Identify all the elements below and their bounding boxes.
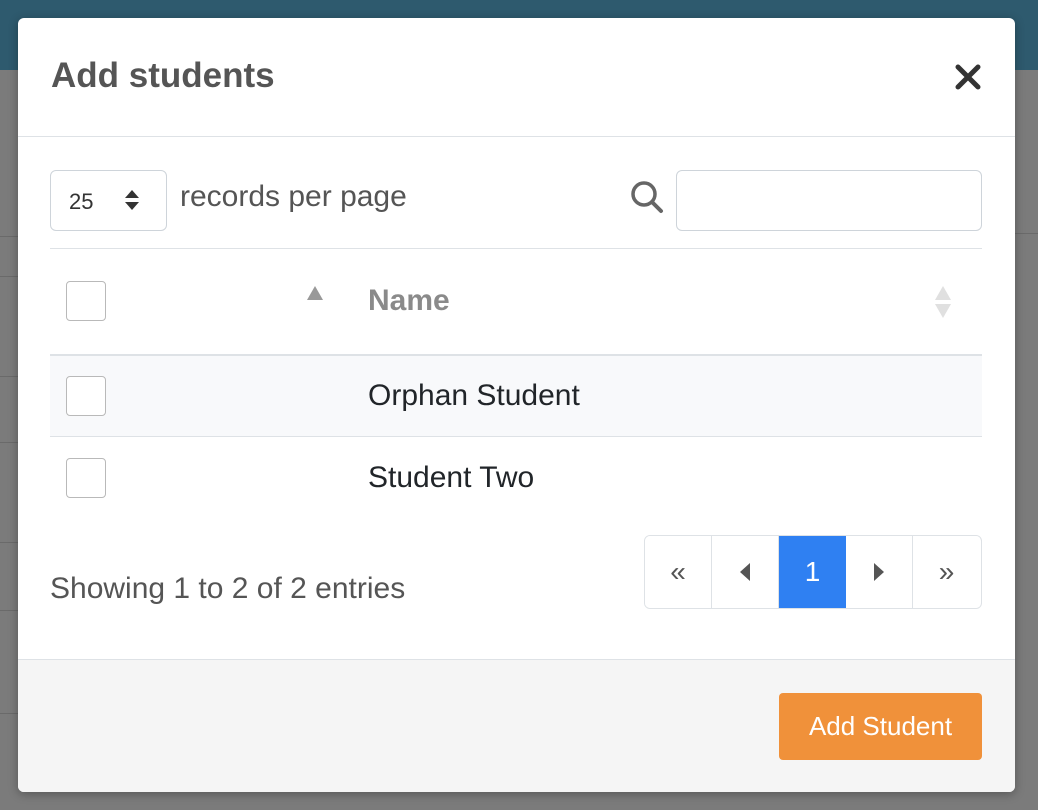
- first-page-button[interactable]: «: [645, 536, 712, 608]
- add-students-modal: Add students 25 records per page Name Or…: [18, 18, 1015, 792]
- chevron-left-icon: [740, 563, 750, 581]
- name-column-header[interactable]: Name: [368, 249, 982, 355]
- next-page-button[interactable]: [846, 536, 913, 608]
- pagination: « 1 »: [644, 535, 982, 609]
- table-toolbar: 25 records per page: [50, 170, 982, 232]
- records-per-page-value: 25: [69, 189, 94, 214]
- student-name: Student Two: [368, 460, 535, 494]
- students-table: Name Orphan Student Student Two: [50, 248, 982, 519]
- table-header-row: Name: [50, 248, 982, 355]
- previous-page-button[interactable]: [712, 536, 779, 608]
- row-checkbox[interactable]: [66, 457, 106, 498]
- chevron-right-icon: [874, 563, 884, 581]
- search-input[interactable]: [676, 170, 982, 231]
- table-info: Showing 1 to 2 of 2 entries: [50, 572, 406, 605]
- table-row[interactable]: Student Two: [50, 437, 982, 519]
- records-per-page-label: records per page: [180, 180, 407, 213]
- add-student-button[interactable]: Add Student: [779, 693, 982, 760]
- close-icon[interactable]: [953, 62, 983, 92]
- current-page-button[interactable]: 1: [779, 536, 846, 608]
- records-per-page-select[interactable]: 25: [50, 170, 167, 231]
- modal-footer: Add Student: [18, 659, 1015, 792]
- row-select-cell: [50, 355, 368, 437]
- select-all-checkbox[interactable]: [66, 281, 106, 322]
- table-row[interactable]: Orphan Student: [50, 354, 982, 437]
- select-arrows-icon: [124, 188, 140, 217]
- last-page-button[interactable]: »: [913, 536, 980, 608]
- select-column-header[interactable]: [50, 249, 368, 355]
- modal-title: Add students: [51, 56, 275, 95]
- row-select-cell: [50, 437, 368, 519]
- modal-header: Add students: [18, 18, 1015, 137]
- sort-ascending-icon: [306, 285, 324, 306]
- search-icon: [630, 180, 664, 219]
- student-name: Orphan Student: [368, 378, 580, 412]
- sort-both-icon: [934, 285, 952, 327]
- name-column-label: Name: [368, 284, 450, 318]
- row-checkbox[interactable]: [66, 375, 106, 416]
